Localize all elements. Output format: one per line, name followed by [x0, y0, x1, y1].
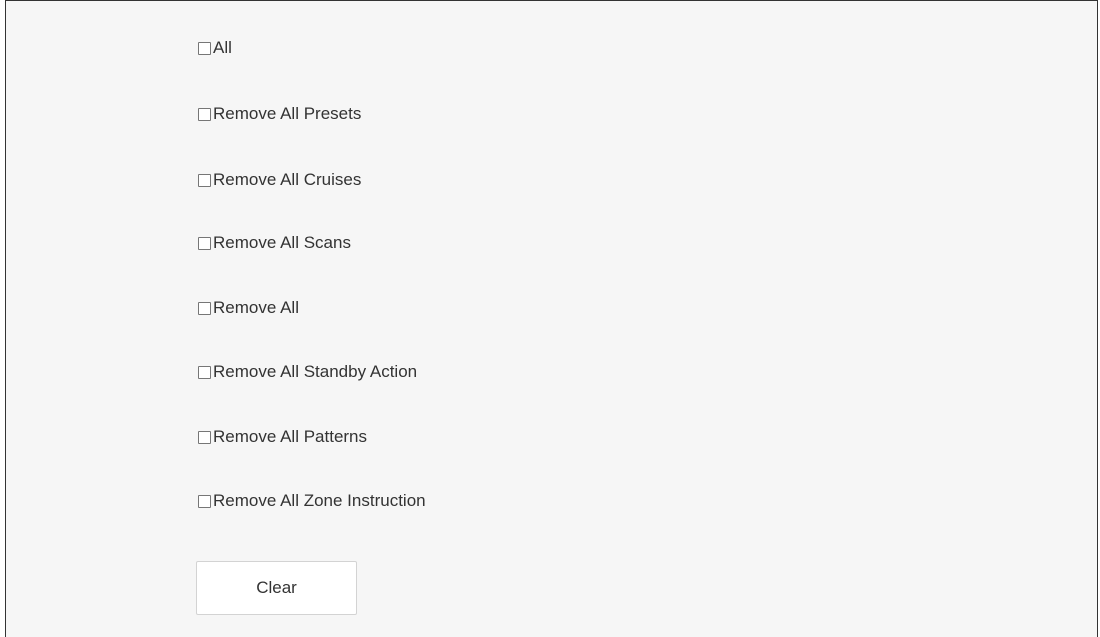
option-remove-all-standby-action[interactable]: Remove All Standby Action — [198, 361, 417, 383]
option-remove-all-cruises[interactable]: Remove All Cruises — [198, 169, 361, 191]
option-all[interactable]: All — [198, 37, 232, 59]
checkbox[interactable] — [198, 301, 211, 315]
option-label: Remove All Presets — [213, 104, 362, 123]
option-label: Remove All Patterns — [213, 427, 368, 446]
option-label: Remove All Standby Action — [213, 362, 418, 381]
option-remove-all-scans[interactable]: Remove All Scans — [198, 232, 351, 254]
option-label: Remove All Cruises — [213, 170, 362, 189]
option-label: Remove All Zone Instruction — [213, 491, 426, 510]
option-remove-all-zone-instruction[interactable]: Remove All Zone Instruction — [198, 490, 426, 512]
option-remove-all-patterns[interactable]: Remove All Patterns — [198, 426, 367, 448]
clear-button[interactable]: Clear — [196, 561, 357, 615]
checkbox[interactable] — [198, 173, 211, 187]
clear-settings-panel: All Remove All Presets Remove All Cruise… — [5, 0, 1098, 637]
option-label: Remove All Scans — [213, 233, 351, 252]
checkbox[interactable] — [198, 494, 211, 508]
option-remove-all[interactable]: Remove All — [198, 297, 299, 319]
option-label: All — [213, 38, 232, 57]
option-label: Remove All — [213, 298, 299, 317]
checkbox[interactable] — [198, 236, 211, 250]
checkbox[interactable] — [198, 41, 211, 55]
checkbox[interactable] — [198, 430, 211, 444]
checkbox[interactable] — [198, 107, 211, 121]
option-remove-all-presets[interactable]: Remove All Presets — [198, 103, 361, 125]
checkbox[interactable] — [198, 365, 211, 379]
